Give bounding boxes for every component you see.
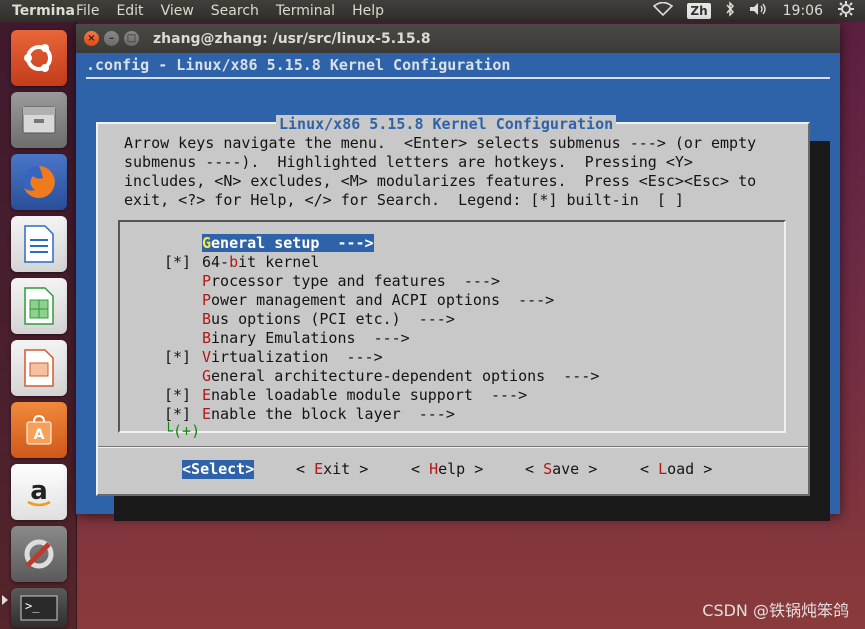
app-menu: File Edit View Search Terminal Help — [76, 3, 401, 19]
menu-item-64bit-kernel[interactable]: [*] 64-bit kernel — [164, 253, 599, 272]
input-method-indicator[interactable]: Zh — [687, 3, 711, 19]
dialog-title: Linux/x86 5.15.8 Kernel Configuration — [276, 115, 617, 133]
terminal-icon[interactable]: >_ — [11, 588, 67, 628]
menu-list: General setup ---> [*] 64-bit kernel Proc… — [164, 234, 599, 424]
menu-item-processor-type[interactable]: Processor type and features ---> — [164, 272, 599, 291]
launcher: A a >_ — [0, 22, 77, 629]
menu-item-binary-emulations[interactable]: Binary Emulations ---> — [164, 329, 599, 348]
menu-view[interactable]: View — [161, 3, 194, 19]
menu-box: General setup ---> [*] 64-bit kernel Proc… — [118, 220, 786, 440]
libreoffice-calc-icon[interactable] — [11, 278, 67, 334]
menu-item-general-arch-options[interactable]: General architecture-dependent options -… — [164, 367, 599, 386]
more-indicator: └(+) — [164, 422, 201, 440]
menu-edit[interactable]: Edit — [116, 3, 143, 19]
menu-item-bus-options[interactable]: Bus options (PCI etc.) ---> — [164, 310, 599, 329]
files-icon[interactable] — [11, 92, 67, 148]
menu-help[interactable]: Help — [352, 3, 384, 19]
config-header: .config - Linux/x86 5.15.8 Kernel Config… — [86, 56, 511, 74]
amazon-icon[interactable]: a — [11, 464, 67, 520]
window-titlebar[interactable]: × – □ zhang@zhang: /usr/src/linux-5.15.8 — [76, 24, 840, 53]
menu-item-loadable-modules[interactable]: [*] Enable loadable module support ---> — [164, 386, 599, 405]
menu-item-general-setup[interactable]: General setup ---> — [164, 234, 599, 253]
menu-item-block-layer[interactable]: [*] Enable the block layer ---> — [164, 405, 599, 424]
svg-text:a: a — [30, 476, 48, 506]
bluetooth-icon[interactable] — [725, 1, 735, 21]
close-icon[interactable]: × — [84, 31, 99, 46]
clock[interactable]: 19:06 — [783, 3, 823, 19]
svg-text:>_: >_ — [25, 599, 40, 613]
volume-icon[interactable] — [749, 2, 769, 20]
ubuntu-dash-icon[interactable] — [11, 30, 67, 86]
libreoffice-writer-icon[interactable] — [11, 216, 67, 272]
ubuntu-software-icon[interactable]: A — [11, 402, 67, 458]
exit-button[interactable]: < Exit > — [296, 460, 368, 479]
load-button[interactable]: < Load > — [640, 460, 712, 479]
help-text: Arrow keys navigate the menu. <Enter> se… — [124, 134, 757, 209]
menuconfig-dialog: Linux/x86 5.15.8 Kernel Configuration Ar… — [96, 115, 810, 496]
window-title: zhang@zhang: /usr/src/linux-5.15.8 — [153, 30, 431, 47]
menu-item-power-management[interactable]: Power management and ACPI options ---> — [164, 291, 599, 310]
top-panel: Terminal File Edit View Search Terminal … — [0, 0, 865, 22]
menu-file[interactable]: File — [76, 3, 99, 19]
system-settings-icon[interactable] — [11, 526, 67, 582]
watermark: CSDN @铁锅炖笨鸽 — [702, 601, 849, 620]
running-indicator — [2, 595, 8, 605]
select-button[interactable]: <Select> — [182, 460, 255, 479]
firefox-icon[interactable] — [11, 154, 67, 210]
button-divider — [98, 446, 808, 448]
libreoffice-impress-icon[interactable] — [11, 340, 67, 396]
terminal-content[interactable]: .config - Linux/x86 5.15.8 Kernel Config… — [76, 53, 840, 521]
indicators: Zh 19:06 — [653, 0, 855, 22]
menu-terminal[interactable]: Terminal — [276, 3, 335, 19]
terminal-window: × – □ zhang@zhang: /usr/src/linux-5.15.8… — [76, 24, 840, 521]
settings-icon[interactable] — [837, 0, 855, 22]
maximize-icon[interactable]: □ — [124, 31, 139, 46]
wifi-icon[interactable] — [653, 1, 674, 20]
header-divider — [86, 77, 830, 79]
minimize-icon[interactable]: – — [104, 31, 119, 46]
menu-search[interactable]: Search — [211, 3, 259, 19]
help-button[interactable]: < Help > — [411, 460, 483, 479]
app-name: Terminal — [12, 3, 76, 19]
button-row: <Select> < Exit > < Help > < Save > < Lo… — [182, 460, 742, 480]
save-button[interactable]: < Save > — [525, 460, 597, 479]
svg-text:A: A — [34, 427, 45, 443]
menu-item-virtualization[interactable]: [*] Virtualization ---> — [164, 348, 599, 367]
